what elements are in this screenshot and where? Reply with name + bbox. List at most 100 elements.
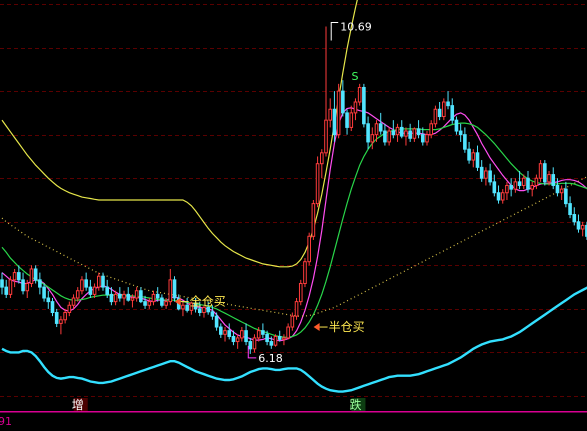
candle-body (315, 163, 320, 205)
candle-body (429, 123, 434, 136)
candle-body (118, 293, 122, 299)
candle-body (122, 293, 126, 299)
candle-body (559, 188, 564, 194)
candle-body (408, 130, 412, 139)
candle-body (88, 286, 93, 295)
candle-body (442, 101, 446, 118)
candle-body (181, 304, 185, 310)
candle-body (420, 134, 425, 143)
candle-body (252, 337, 257, 350)
candle-body (71, 297, 76, 306)
candle-body (580, 224, 585, 230)
candle-body (4, 286, 9, 295)
high-price-label: 10.69 (340, 21, 372, 34)
candle-body (564, 188, 568, 205)
candle-body (197, 308, 202, 314)
candle-body (210, 311, 215, 317)
candle-body (521, 177, 526, 186)
candle-body (399, 126, 404, 137)
candle-body (551, 174, 556, 186)
candle-body (96, 275, 101, 288)
high-marker-icon (330, 22, 339, 41)
candle-body (92, 286, 97, 295)
candle-body (75, 290, 80, 299)
bottom-axis-label: 91 (0, 415, 12, 428)
candle-body (555, 184, 560, 194)
candle-body (568, 203, 572, 216)
candle-body (0, 279, 4, 288)
sell-mark: S (351, 70, 358, 83)
candle-body (492, 181, 497, 194)
series-line-upper_band (1, 0, 358, 268)
low-price-label: 6.18 (258, 352, 283, 365)
candle-body (240, 330, 244, 339)
candle-body (336, 90, 341, 136)
candle-body (391, 130, 396, 136)
candle-body (261, 330, 265, 335)
candle-body (324, 119, 328, 154)
candle-body (134, 290, 139, 299)
candle-body (450, 105, 455, 121)
candles (0, 26, 587, 354)
series-line-ma_fast (1, 107, 587, 342)
candle-body (223, 330, 227, 335)
bottom-label: 跌 (349, 397, 361, 412)
candle-body (151, 293, 156, 303)
candle-body (244, 330, 248, 343)
candle-body (282, 337, 286, 340)
candle-body (256, 330, 261, 339)
candle-body (50, 301, 55, 314)
signal-label: 全仓买 (190, 294, 226, 309)
candle-body (273, 335, 278, 346)
candle-body (160, 297, 164, 306)
candle-body (143, 301, 147, 306)
candle-body (416, 128, 421, 136)
candle-body (370, 134, 375, 143)
candle-body (357, 86, 362, 103)
candle-body (475, 152, 480, 168)
candle-body (463, 134, 467, 150)
candle-body (530, 184, 534, 190)
candle-body (395, 126, 400, 136)
candle-body (286, 326, 290, 339)
candle-body (311, 203, 316, 237)
candle-body (12, 272, 17, 281)
candle-body (517, 181, 522, 186)
candle-body (113, 293, 118, 303)
series-line-ma_slow (1, 122, 587, 338)
candle-body (345, 112, 349, 128)
candle-body (235, 337, 240, 343)
candle-body (479, 166, 484, 179)
candle-body (366, 123, 370, 143)
candle-body (412, 128, 417, 139)
candle-body (84, 279, 88, 288)
candle-body (471, 152, 476, 161)
candle-body (294, 301, 299, 317)
candle-body (576, 221, 581, 230)
candle-body (298, 282, 303, 303)
candle-body (404, 130, 408, 137)
candle-body (231, 335, 236, 343)
candle-body (328, 108, 333, 121)
candle-body (25, 282, 30, 292)
candle-body (303, 261, 307, 284)
candle-body (547, 174, 551, 183)
candle-body (374, 123, 379, 136)
candle-body (219, 326, 223, 335)
candle-body (67, 304, 72, 314)
candle-body (467, 148, 471, 161)
candle-body (505, 184, 509, 194)
candle-body (500, 192, 505, 201)
candle-body (538, 163, 543, 179)
candle-body (383, 130, 387, 143)
candle-body (513, 181, 518, 190)
candle-body (46, 297, 51, 303)
candle-body (484, 170, 488, 179)
candle-body (509, 184, 513, 190)
candle-body (496, 192, 501, 201)
candle-body (269, 341, 274, 346)
candlestick-chart: 全仓买半仓买 6.18 10.69 S 91 增 跌 (0, 0, 587, 428)
candle-body (248, 341, 253, 350)
candle-body (21, 279, 25, 292)
candle-body (101, 275, 105, 288)
